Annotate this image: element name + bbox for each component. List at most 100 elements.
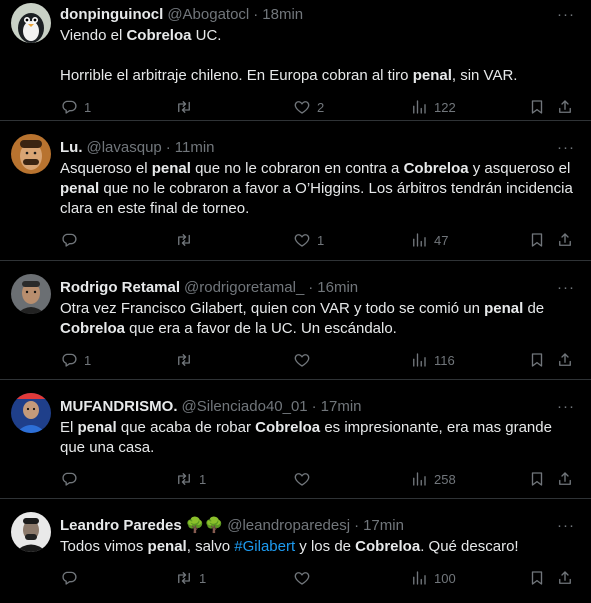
tweet[interactable]: Leandro Paredes 🌳🌳 @leandroparedesj · 17…	[0, 499, 591, 603]
timestamp[interactable]: 11min	[175, 139, 215, 156]
share-button[interactable]	[556, 90, 574, 124]
share-button[interactable]	[556, 462, 574, 496]
avatar[interactable]	[11, 393, 51, 433]
tweet[interactable]: donpinguinocl @Abogatocl · 18min ··· Vie…	[0, 0, 591, 121]
tweet[interactable]: MUFANDRISMO. @Silenciado40_01 · 17min ··…	[0, 380, 591, 499]
user-handle[interactable]: @lavasqup	[87, 139, 162, 156]
views-count: 116	[434, 352, 455, 368]
views-count: 258	[434, 471, 456, 487]
hashtag-link[interactable]: #Gilabert	[234, 538, 295, 555]
timestamp[interactable]: 16min	[317, 279, 358, 296]
reply-count: 1	[84, 99, 92, 115]
retweet-count: 1	[199, 471, 207, 487]
like-button[interactable]	[293, 561, 317, 595]
highlight-term: Cobreloa	[126, 27, 192, 44]
timestamp[interactable]: 18min	[262, 6, 303, 23]
highlight-term: penal	[60, 180, 100, 197]
user-handle[interactable]: @Abogatocl	[167, 6, 249, 23]
retweet-button[interactable]	[175, 343, 199, 377]
highlight-term: penal	[147, 538, 187, 555]
more-icon[interactable]: ···	[557, 139, 575, 156]
text-segment: Viendo el	[60, 27, 127, 44]
views-button[interactable]: 47	[410, 223, 448, 257]
more-icon[interactable]: ···	[557, 517, 575, 534]
avatar[interactable]	[11, 274, 51, 314]
retweet-button[interactable]	[175, 223, 199, 257]
retweet-button[interactable]: 1	[175, 462, 206, 496]
reply-icon	[60, 231, 78, 249]
bookmark-button[interactable]	[528, 462, 546, 496]
text-segment: que no le cobraron en contra a	[190, 160, 404, 177]
avatar[interactable]	[11, 3, 51, 43]
avatar[interactable]	[11, 512, 51, 552]
share-icon	[556, 98, 574, 116]
tweet[interactable]: Rodrigo Retamal @rodrigoretamal_ · 16min…	[0, 261, 591, 380]
display-name[interactable]: Rodrigo Retamal	[60, 279, 180, 296]
user-handle[interactable]: @rodrigoretamal_	[184, 279, 304, 296]
tweet-header: MUFANDRISMO. @Silenciado40_01 · 17min ··…	[60, 396, 579, 416]
like-icon	[293, 351, 311, 369]
text-segment: Asqueroso el	[60, 160, 152, 177]
text-segment: de	[523, 300, 545, 317]
like-button[interactable]: 1	[293, 223, 324, 257]
highlight-term: Cobreloa	[60, 320, 126, 337]
avatar[interactable]	[11, 134, 51, 174]
display-name[interactable]: Lu.	[60, 139, 83, 156]
more-icon[interactable]: ···	[557, 279, 575, 296]
text-segment: y asqueroso el	[468, 160, 571, 177]
text-segment: que era a favor de la UC. Un escándalo.	[125, 320, 397, 337]
like-button[interactable]	[293, 462, 317, 496]
text-segment: Otra vez Francisco Gilabert, quien con V…	[60, 300, 485, 317]
reply-button[interactable]	[60, 462, 84, 496]
bookmark-button[interactable]	[528, 561, 546, 595]
bookmark-button[interactable]	[528, 343, 546, 377]
tweet-text: Viendo el Cobreloa UC. Horrible el arbitr…	[60, 26, 579, 86]
views-icon	[410, 470, 428, 488]
views-button[interactable]: 258	[410, 462, 456, 496]
share-button[interactable]	[556, 343, 574, 377]
timestamp[interactable]: 17min	[321, 398, 362, 415]
display-name[interactable]: donpinguinocl	[60, 6, 163, 23]
display-name[interactable]: MUFANDRISMO.	[60, 398, 178, 415]
separator-dot: ·	[354, 516, 360, 534]
highlight-term: penal	[151, 160, 191, 177]
reply-button[interactable]: 1	[60, 90, 91, 124]
reply-count: 1	[84, 352, 92, 368]
bookmark-button[interactable]	[528, 90, 546, 124]
highlight-term: penal	[484, 300, 524, 317]
tweet-header: donpinguinocl @Abogatocl · 18min ···	[60, 4, 579, 24]
user-handle[interactable]: @leandroparedesj	[227, 517, 350, 534]
reply-icon	[60, 351, 78, 369]
tweet[interactable]: Lu. @lavasqup · 11min ··· Asqueroso el p…	[0, 121, 591, 261]
views-button[interactable]: 100	[410, 561, 456, 595]
text-segment: , sin VAR.	[451, 67, 518, 84]
timestamp[interactable]: 17min	[363, 517, 404, 534]
bookmark-icon	[528, 569, 546, 587]
text-segment: UC.	[191, 27, 222, 44]
views-button[interactable]: 116	[410, 343, 455, 377]
retweet-button[interactable]	[175, 90, 199, 124]
more-icon[interactable]: ···	[557, 398, 575, 415]
text-segment: , salvo	[186, 538, 235, 555]
reply-button[interactable]	[60, 223, 84, 257]
share-icon	[556, 470, 574, 488]
share-button[interactable]	[556, 223, 574, 257]
tweet-text: Otra vez Francisco Gilabert, quien con V…	[60, 299, 579, 339]
user-handle[interactable]: @Silenciado40_01	[182, 398, 308, 415]
retweet-icon	[175, 98, 193, 116]
text-segment: que acaba de robar	[116, 419, 256, 436]
reply-button[interactable]	[60, 561, 84, 595]
retweet-button[interactable]: 1	[175, 561, 206, 595]
reply-button[interactable]: 1	[60, 343, 91, 377]
display-name[interactable]: Leandro Paredes 🌳🌳	[60, 516, 223, 534]
bookmark-button[interactable]	[528, 223, 546, 257]
bookmark-icon	[528, 231, 546, 249]
share-button[interactable]	[556, 561, 574, 595]
reply-icon	[60, 98, 78, 116]
more-icon[interactable]: ···	[557, 6, 575, 23]
retweet-icon	[175, 231, 193, 249]
views-button[interactable]: 122	[410, 90, 456, 124]
like-icon	[293, 470, 311, 488]
like-button[interactable]	[293, 343, 317, 377]
like-button[interactable]: 2	[293, 90, 324, 124]
